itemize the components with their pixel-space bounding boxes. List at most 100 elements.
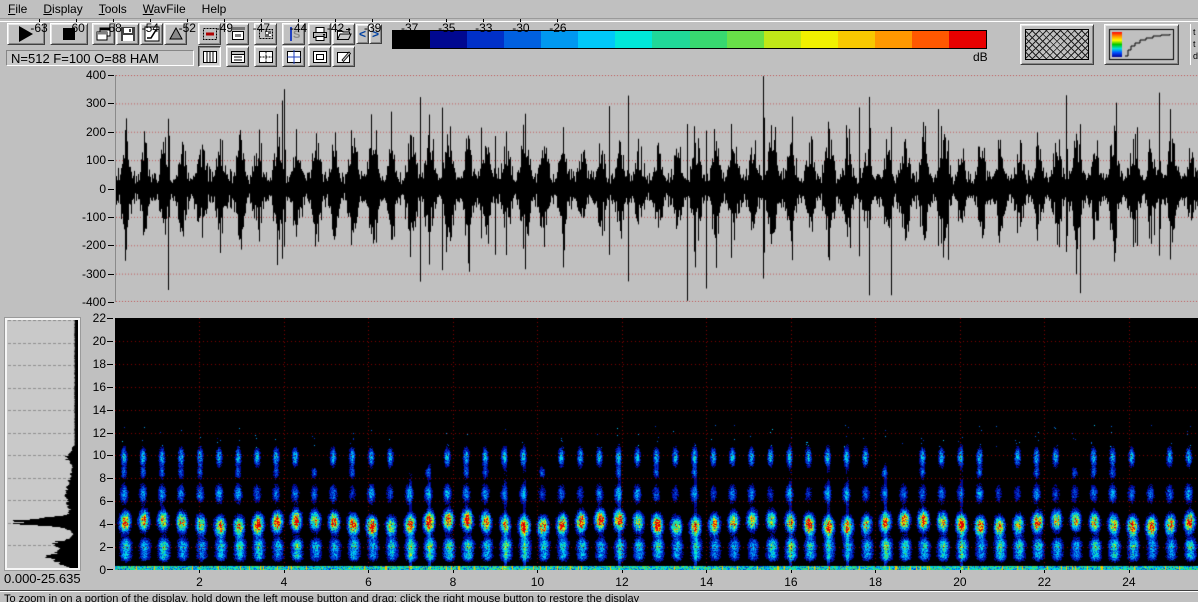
spectrogram-xtick-label: 20	[953, 575, 967, 589]
spectrogram-ytick-label: 20	[92, 333, 106, 348]
color-scale-segment	[726, 31, 764, 48]
spectrogram-plot-area[interactable]	[115, 318, 1198, 570]
layout-grid-cross-icon	[286, 49, 301, 64]
spectrogram-xtick-mark	[959, 570, 961, 573]
palette-transfer-icon	[1108, 28, 1175, 61]
spectrogram-xtick-label: 4	[280, 575, 288, 589]
spectrogram-xtick-label: 2	[196, 575, 203, 589]
color-scale-segment	[911, 31, 949, 48]
color-scale-segment	[948, 31, 986, 48]
color-scale-label: -35	[438, 21, 456, 35]
color-scale-label: -60	[67, 21, 85, 35]
spectrogram-xtick-mark	[621, 570, 623, 573]
spectrogram-ytick-mark	[107, 432, 113, 434]
menu-file[interactable]: File	[0, 1, 35, 18]
waveform-canvas	[116, 75, 1198, 302]
spectrogram-xtick-label: 16	[784, 575, 798, 589]
crosshatch-pattern-icon	[1025, 29, 1089, 60]
color-scale-unit: dB	[973, 50, 988, 64]
color-scale-label: -44	[289, 21, 308, 35]
spectrogram-xtick-mark	[1044, 570, 1046, 573]
spectrogram-ytick-label: 16	[92, 379, 106, 394]
color-scale-label: -58	[104, 21, 122, 35]
spectrogram-xtick-mark	[452, 570, 454, 573]
color-scale-label: -49	[215, 21, 234, 35]
menu-bar: File Display Tools WavFile Help	[0, 0, 1198, 18]
clipped-text-line: d	[1193, 51, 1198, 61]
layout-grid-icon	[258, 50, 273, 63]
clipped-text-line: t	[1193, 27, 1196, 37]
waveform-ytick-label: 100	[85, 153, 106, 168]
color-scale-label: -52	[178, 21, 196, 35]
color-scale-label: -37	[401, 21, 419, 35]
spectrogram-xtick-mark	[537, 570, 539, 573]
waveform-ytick-label: 300	[85, 96, 106, 111]
menu-display[interactable]: Display	[35, 1, 90, 18]
spectrogram-ytick-mark	[107, 524, 113, 526]
spectrogram-xtick-label: 8	[449, 575, 457, 589]
color-scale-label: -47	[252, 21, 271, 35]
waveform-ytick-mark	[108, 273, 114, 275]
layout-top-band-icon	[230, 50, 245, 63]
inner-window-icon	[312, 50, 327, 63]
spectrogram-xtick-label: 22	[1037, 575, 1052, 589]
spectrogram-xtick-mark	[368, 570, 370, 573]
spectrogram-ytick-mark	[107, 501, 113, 503]
color-scale-label: -26	[549, 21, 567, 35]
spectrogram-ytick-mark	[107, 569, 113, 570]
layout-grid-button[interactable]	[254, 46, 277, 67]
palette-transfer-button[interactable]	[1104, 24, 1179, 65]
spectrogram-xtick-mark	[283, 570, 285, 573]
spectrogram-xtick-label: 18	[868, 575, 883, 589]
color-scale-label: -63	[30, 21, 48, 35]
spectrogram-xtick-label: 12	[615, 575, 629, 589]
spectrogram-ytick-mark	[107, 455, 113, 457]
color-scale-segment	[800, 31, 838, 48]
waveform-ytick-mark	[108, 188, 114, 190]
color-scale-segment	[578, 31, 616, 48]
spectrogram-ytick-label: 12	[92, 425, 106, 440]
clipped-text-line: t	[1193, 39, 1196, 49]
color-scale-segment	[874, 31, 912, 48]
average-spectrum-panel	[4, 317, 81, 571]
edit-notes-button[interactable]	[332, 46, 355, 67]
pattern-display-button[interactable]	[1020, 24, 1094, 65]
spectrogram-xtick-mark	[790, 570, 792, 573]
waveform-ytick-mark	[108, 75, 114, 76]
layout-vertical-button[interactable]	[198, 46, 221, 67]
spectrogram-app-window: File Display Tools WavFile Help N=512 F=…	[0, 0, 1198, 602]
spectrogram-xtick-label: 10	[530, 575, 545, 589]
menu-wavfile[interactable]: WavFile	[135, 1, 194, 18]
waveform-plot-area[interactable]	[115, 75, 1198, 302]
color-scale-segment	[763, 31, 801, 48]
color-scale-label: -42	[326, 21, 345, 35]
spectrogram-ytick-mark	[107, 318, 113, 319]
waveform-ytick-label: 400	[85, 68, 106, 82]
spectrogram-xtick-mark	[199, 570, 201, 573]
color-scale-segment	[689, 31, 727, 48]
inner-window-button[interactable]	[308, 46, 331, 67]
clipped-right-panel: t t d	[1190, 24, 1198, 65]
spectrogram-ytick-label: 14	[92, 402, 106, 417]
spectrogram-ytick-mark	[107, 363, 113, 365]
layout-top-band-button[interactable]	[226, 46, 249, 67]
spectrogram-canvas	[115, 318, 1198, 570]
spectrogram-ytick-label: 8	[99, 471, 106, 486]
waveform-ytick-label: -200	[81, 238, 106, 253]
spectrogram-ytick-label: 2	[99, 540, 106, 555]
spectrogram-xtick-label: 6	[365, 575, 372, 589]
spectrogram-xtick-label: 24	[1122, 575, 1136, 589]
spectrogram-ytick-label: 10	[92, 448, 106, 463]
waveform-ytick-mark	[108, 245, 114, 247]
spectrogram-xtick-mark	[875, 570, 877, 573]
waveform-ytick-label: 0	[99, 181, 106, 196]
color-scale-segment	[837, 31, 875, 48]
menu-tools[interactable]: Tools	[91, 1, 135, 18]
menu-help[interactable]: Help	[194, 1, 235, 18]
spectrogram-xtick-label: 14	[699, 575, 714, 589]
spectrogram-xtick-mark	[706, 570, 708, 573]
layout-grid-cross-button[interactable]	[282, 46, 305, 67]
waveform-ytick-label: -400	[81, 295, 106, 309]
spectrogram-ytick-mark	[107, 478, 113, 480]
waveform-ytick-mark	[108, 216, 114, 218]
